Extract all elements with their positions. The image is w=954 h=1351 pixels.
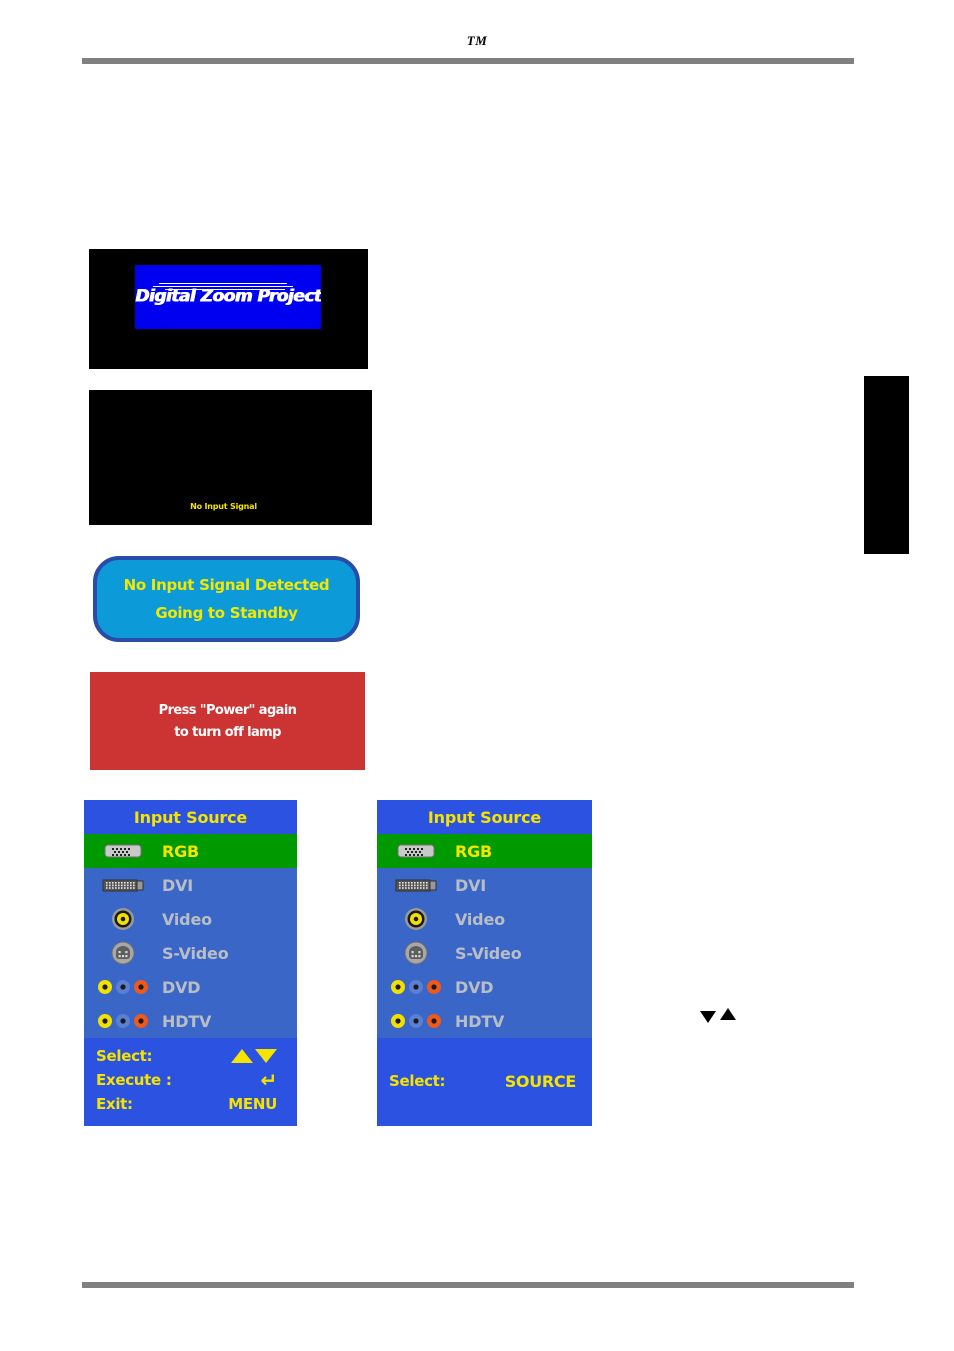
header-rule [82, 58, 854, 64]
menu-item-video[interactable]: Video [377, 902, 592, 936]
up-down-triangles-icon [231, 1049, 285, 1063]
menu-item-label: RGB [162, 841, 200, 861]
menu-item-s-video[interactable]: S-Video [84, 936, 297, 970]
s-video-mini-din-icon [84, 940, 162, 966]
page-thumb-tab [864, 376, 909, 554]
input-source-menu-left[interactable]: Input Source RGB DVI Video S-Video DVD H… [84, 800, 297, 1126]
rca-composite-jack-icon [377, 906, 455, 932]
projector-splash-screen: Digital Zoom Projector [89, 249, 368, 369]
standby-line-2: Going to Standby [155, 604, 298, 622]
footer-value: SOURCE [504, 1071, 577, 1091]
component-rca-triple-icon [377, 978, 455, 996]
component-rca-triple-icon [84, 1012, 162, 1030]
menu-item-label: Video [455, 909, 505, 929]
footer-label: Exit: [96, 1095, 133, 1113]
menu-item-video[interactable]: Video [84, 902, 297, 936]
component-rca-triple-icon [84, 978, 162, 996]
footer-rule [82, 1282, 854, 1288]
menu-item-label: RGB [455, 841, 493, 861]
power-line-2: to turn off lamp [174, 724, 281, 740]
standby-line-1: No Input Signal Detected [123, 576, 330, 594]
menu-item-rgb[interactable]: RGB [84, 834, 297, 868]
footer-row-select: Select: SOURCE [389, 1069, 580, 1093]
footer-row-execute: Execute : ↵ [96, 1068, 285, 1092]
menu-item-label: DVD [162, 977, 201, 997]
enter-arrow-icon: ↵ [260, 1068, 278, 1092]
trademark-mark: TM [466, 33, 488, 48]
input-source-menu-title: Input Source [84, 800, 297, 834]
power-line-1: Press "Power" again [158, 702, 297, 718]
footer-value: MENU [228, 1095, 277, 1113]
triangle-up-icon [231, 1049, 253, 1063]
component-rca-triple-icon [377, 1012, 455, 1030]
menu-item-label: DVI [162, 875, 194, 895]
no-input-signal-screen: No Input Signal [89, 390, 372, 525]
input-source-menu-title: Input Source [377, 800, 592, 834]
vga-dsub-connector-icon [84, 841, 162, 861]
input-source-menu-footer-left: Select: Execute : ↵ Exit: MENU [84, 1038, 297, 1126]
menu-item-label: HDTV [455, 1011, 505, 1031]
menu-item-rgb[interactable]: RGB [377, 834, 592, 868]
menu-item-label: Video [162, 909, 212, 929]
input-source-list-right[interactable]: RGB DVI Video S-Video DVD HDTV [377, 834, 592, 1038]
menu-item-dvi[interactable]: DVI [84, 868, 297, 902]
dvi-connector-icon [377, 875, 455, 895]
rca-composite-jack-icon [84, 906, 162, 932]
arrow-up-icon [720, 1008, 736, 1020]
footer-row-select: Select: [96, 1044, 285, 1068]
footer-label: Select: [389, 1072, 446, 1090]
menu-item-s-video[interactable]: S-Video [377, 936, 592, 970]
input-source-menu-right[interactable]: Input Source RGB DVI Video S-Video DVD H… [377, 800, 592, 1126]
menu-item-dvd[interactable]: DVD [377, 970, 592, 1004]
dvi-connector-icon [84, 875, 162, 895]
footer-label: Select: [96, 1047, 153, 1065]
input-source-menu-footer-right: Select: SOURCE [377, 1038, 592, 1126]
menu-item-hdtv[interactable]: HDTV [84, 1004, 297, 1038]
menu-item-label: S-Video [455, 943, 522, 963]
input-source-list-left[interactable]: RGB DVI Video S-Video DVD HDTV [84, 834, 297, 1038]
footer-row-exit: Exit: MENU [96, 1092, 285, 1116]
menu-item-label: HDTV [162, 1011, 212, 1031]
menu-item-dvd[interactable]: DVD [84, 970, 297, 1004]
vga-dsub-connector-icon [377, 841, 455, 861]
menu-item-dvi[interactable]: DVI [377, 868, 592, 902]
logo-plate: Digital Zoom Projector [135, 265, 321, 329]
navigation-arrows [700, 1008, 742, 1028]
power-off-banner: Press "Power" again to turn off lamp [90, 672, 365, 770]
menu-item-hdtv[interactable]: HDTV [377, 1004, 592, 1038]
menu-item-label: DVI [455, 875, 487, 895]
menu-item-label: DVD [455, 977, 494, 997]
footer-label: Execute : [96, 1071, 172, 1089]
standby-banner: No Input Signal Detected Going to Standb… [93, 556, 360, 642]
triangle-down-icon [255, 1049, 277, 1063]
no-input-signal-text: No Input Signal [190, 502, 257, 511]
s-video-mini-din-icon [377, 940, 455, 966]
menu-item-label: S-Video [162, 943, 229, 963]
logo-text: Digital Zoom Projector [135, 286, 321, 307]
arrow-down-icon [700, 1011, 716, 1023]
